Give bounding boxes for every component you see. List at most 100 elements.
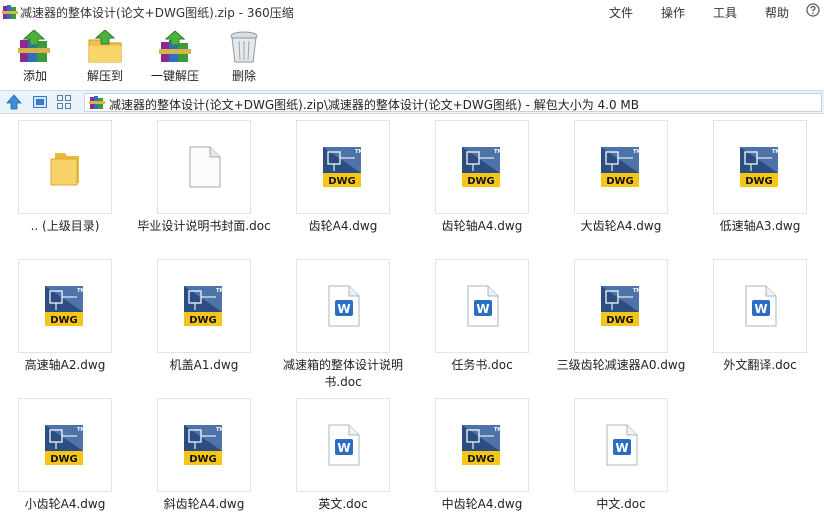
file-thumbnail[interactable]: TM DWG [574,259,668,353]
delete-label: 删除 [231,69,256,83]
file-name: 大齿轮A4.dwg [580,219,662,233]
dwg-file-icon: TM DWG [45,286,85,326]
tm-mark-text: TM [772,149,780,155]
file-thumbnail[interactable]: TM DWG [435,398,529,492]
parent-folder-item[interactable]: .. (上级目录) [0,114,140,250]
app-icon [2,4,18,20]
file-name: 小齿轮A4.dwg [24,497,106,511]
file-item[interactable]: W 减速箱的整体设计说明书.doc [278,253,418,389]
file-thumbnail[interactable]: TM DWG [296,120,390,214]
file-name: 斜齿轮A4.dwg [163,497,245,511]
file-item[interactable]: TM DWG 齿轮轴A4.dwg [417,114,557,250]
file-thumbnail[interactable]: W [574,398,668,492]
one-click-extract-button[interactable]: 一键解压 [148,30,202,88]
file-item[interactable]: W 中文.doc [556,392,696,526]
dwg-file-icon: TM DWG [740,147,780,187]
file-thumbnail[interactable] [157,120,251,214]
menu-tools[interactable]: 工具 [713,4,737,21]
file-name: 减速箱的整体设计说明书.doc [282,358,403,389]
file-item[interactable]: TM DWG 机盖A1.dwg [139,253,279,389]
file-thumbnail[interactable]: TM DWG [435,120,529,214]
address-bar: 减速器的整体设计(论文+DWG图纸).zip\减速器的整体设计(论文+DWG图纸… [0,90,824,114]
tm-mark-text: TM [494,427,502,433]
dwg-badge-text: DWG [189,454,217,465]
one-click-extract-icon [159,30,191,62]
file-thumbnail[interactable]: TM DWG [18,259,112,353]
file-thumbnail[interactable]: W [435,259,529,353]
tm-mark-text: TM [77,288,85,294]
dwg-badge-text: DWG [50,315,78,326]
tm-mark-text: TM [494,149,502,155]
file-item[interactable]: 毕业设计说明书封面.doc [137,114,279,250]
file-item[interactable]: TM DWG 三级齿轮减速器A0.dwg [556,253,696,389]
file-item[interactable]: TM DWG 高速轴A2.dwg [0,253,140,389]
menu-file[interactable]: 文件 [609,4,633,21]
tm-mark-text: TM [355,149,363,155]
word-letter-text: W [337,441,350,455]
file-thumbnail[interactable]: W [296,398,390,492]
dwg-badge-text: DWG [745,176,773,187]
file-item[interactable]: TM DWG 齿轮A4.dwg [278,114,418,250]
add-button[interactable]: 添加 [14,30,56,88]
word-letter-text: W [476,302,489,316]
list-view-icon[interactable] [56,94,72,114]
file-thumbnail[interactable]: W [713,259,807,353]
menu-operation[interactable]: 操作 [661,4,685,21]
window-title: 减速器的整体设计(论文+DWG图纸).zip - 360压缩 [20,6,294,20]
archive-icon [89,95,105,114]
path-text: 减速器的整体设计(论文+DWG图纸).zip\减速器的整体设计(论文+DWG图纸… [109,98,640,112]
thumbnail-view-icon[interactable] [32,94,48,114]
dwg-file-icon: TM DWG [45,425,85,465]
word-document-icon: W [467,285,499,327]
word-letter-text: W [615,441,628,455]
file-thumbnail[interactable]: TM DWG [713,120,807,214]
dwg-badge-text: DWG [50,454,78,465]
tm-mark-text: TM [633,149,641,155]
dwg-file-icon: TM DWG [323,147,363,187]
tm-mark-text: TM [216,427,224,433]
trash-can-icon [230,31,258,63]
one-click-extract-label: 一键解压 [150,69,199,83]
file-name: 任务书.doc [451,358,513,372]
word-document-icon: W [328,424,360,466]
file-name: 齿轮轴A4.dwg [441,219,523,233]
file-name: 外文翻译.doc [723,358,797,372]
file-item[interactable]: TM DWG 中齿轮A4.dwg [417,392,557,526]
file-item[interactable]: W 英文.doc [278,392,418,526]
up-arrow-icon[interactable] [6,94,22,114]
dwg-file-icon: TM DWG [462,425,502,465]
file-item[interactable]: W 外文翻译.doc [695,253,824,389]
file-grid: .. (上级目录) 毕业设计说明书封面.doc TM DWG 齿轮A4.dwg … [0,114,824,526]
file-item[interactable]: TM DWG 斜齿轮A4.dwg [139,392,279,526]
word-letter-text: W [337,302,350,316]
dwg-badge-text: DWG [606,315,634,326]
file-thumbnail[interactable]: TM DWG [157,398,251,492]
file-name: 中文.doc [596,497,646,511]
dwg-file-icon: TM DWG [462,147,502,187]
file-item[interactable]: TM DWG 低速轴A3.dwg [695,114,824,250]
path-field[interactable]: 减速器的整体设计(论文+DWG图纸).zip\减速器的整体设计(论文+DWG图纸… [84,93,822,112]
extract-to-label: 解压到 [86,69,123,83]
word-document-icon: W [606,424,638,466]
extract-to-icon [88,30,122,63]
file-thumbnail[interactable]: TM DWG [574,120,668,214]
menu-help[interactable]: 帮助 [765,4,789,21]
file-thumbnail[interactable] [18,120,112,214]
tm-mark-text: TM [77,427,85,433]
help-circle-icon[interactable] [806,3,820,20]
dwg-file-icon: TM DWG [601,286,641,326]
add-label: 添加 [22,69,47,83]
dwg-badge-text: DWG [328,176,356,187]
word-document-icon: W [328,285,360,327]
file-thumbnail[interactable]: TM DWG [18,398,112,492]
dwg-file-icon: TM DWG [601,147,641,187]
file-item[interactable]: TM DWG 小齿轮A4.dwg [0,392,140,526]
extract-to-button[interactable]: 解压到 [82,30,128,88]
file-item[interactable]: TM DWG 大齿轮A4.dwg [556,114,696,250]
file-thumbnail[interactable]: TM DWG [157,259,251,353]
title-bar: 减速器的整体设计(论文+DWG图纸).zip - 360压缩 文件 操作 工具 … [0,0,824,24]
dwg-badge-text: DWG [467,176,495,187]
file-item[interactable]: W 任务书.doc [417,253,557,389]
file-thumbnail[interactable]: W [296,259,390,353]
delete-button[interactable]: 删除 [226,30,262,88]
